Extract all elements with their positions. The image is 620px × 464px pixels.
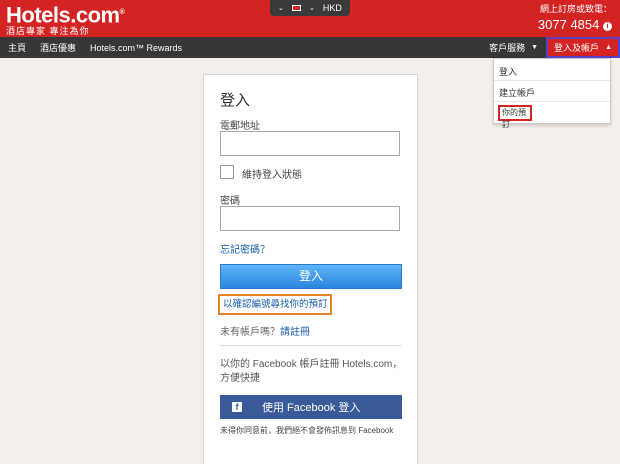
facebook-login-button[interactable]: f 使用 Facebook 登入 [220,395,402,419]
divider [220,345,402,346]
divider [494,80,610,81]
remember-me-checkbox[interactable] [220,165,234,179]
email-label: 電郵地址 [220,121,260,132]
login-button[interactable]: 登入 [220,264,402,289]
login-title: 登入 [220,92,251,109]
find-booking-link[interactable]: 以確認編號尋找你的預訂 [218,294,332,315]
chevron-down-icon: ▼ [531,44,539,51]
facebook-icon: f [232,402,242,412]
info-icon[interactable]: i [603,22,612,31]
signup-prompt: 未有帳戶嗎？請註冊 [220,323,310,338]
chevron-up-icon: ▲ [605,44,612,51]
account-menu-label: 登入及帳戶 [554,43,600,53]
remember-me-label: 維持登入狀態 [242,170,302,181]
forgot-password-link[interactable]: 忘記密碼？ [220,241,270,256]
no-account-text: 未有帳戶嗎？ [220,327,280,338]
customer-service-label: 客戶服務 [489,43,526,53]
chevron-down-icon: ⌄ [278,5,284,12]
dropdown-create-account[interactable]: 建立帳戶 [499,86,535,99]
register-link[interactable]: 請註冊 [280,327,310,338]
main-navigation: 主頁 酒店優惠 Hotels.com™ Rewards 客戶服務 ▼ 登入及帳戶… [0,37,620,58]
logo-trademark: ® [119,9,125,16]
top-header: Hotels.com® 酒店專家 專注為你 ⌄ ⌄ HKD 網上訂房或致電： 3… [0,0,620,37]
nav-item-deals[interactable]: 酒店優惠 [40,41,76,54]
facebook-button-label: 使用 Facebook 登入 [262,402,361,414]
phone-booking: 網上訂房或致電： 3077 4854 i [538,3,612,33]
password-label: 密碼 [220,196,240,207]
facebook-signup-text: 以你的 Facebook 帳戶註冊 Hotels.com，方便快捷 [220,359,403,384]
hong-kong-flag-icon [291,5,301,11]
email-field[interactable] [220,131,400,156]
account-dropdown: 登入 建立帳戶 你的預訂 [493,58,611,129]
account-menu[interactable]: 登入及帳戶 ▲ [546,37,620,58]
phone-label: 網上訂房或致電： [539,4,612,14]
dropdown-my-bookings[interactable]: 你的預訂 [498,105,532,129]
logo-text: Hotels.com® [6,2,125,28]
password-field[interactable] [220,206,400,231]
nav-item-rewards[interactable]: Hotels.com™ Rewards [90,43,182,53]
customer-service-menu[interactable]: 客戶服務 ▼ [481,41,546,54]
currency-label: HKD [322,3,342,13]
divider [494,101,610,102]
chevron-down-icon: ⌄ [308,5,315,12]
login-card: 登入 電郵地址 維持登入狀態 密碼 忘記密碼？ 登入 以確認編號尋找你的預訂 未… [203,74,418,464]
logo-tagline: 酒店專家 專注為你 [6,26,90,37]
facebook-privacy-note: 未得你同意前，我們絕不會發佈訊息到 Facebook [220,426,394,435]
region-currency-selector[interactable]: ⌄ ⌄ HKD [270,0,350,16]
phone-number[interactable]: 3077 4854 i [538,16,612,33]
hotels-logo[interactable]: Hotels.com® 酒店專家 專注為你 [6,2,125,37]
nav-item-home[interactable]: 主頁 [8,41,26,54]
dropdown-login[interactable]: 登入 [499,65,517,78]
